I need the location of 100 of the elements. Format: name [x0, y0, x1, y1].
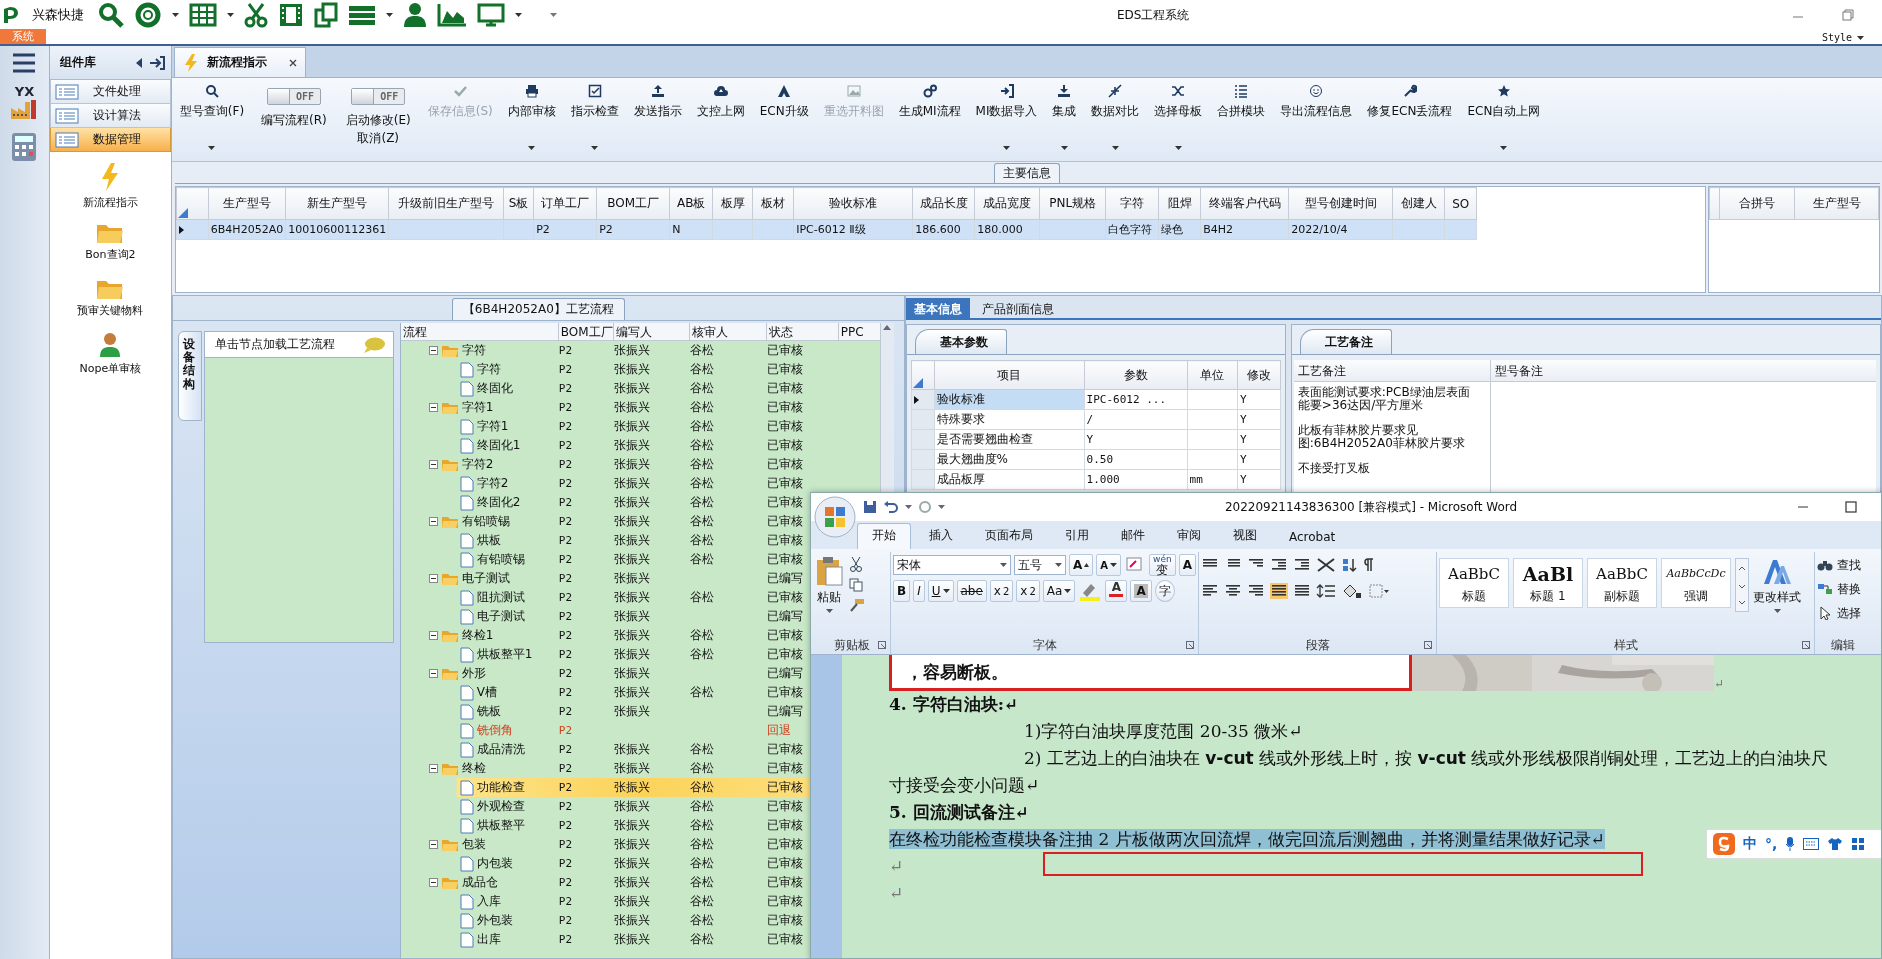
monitor-icon[interactable] [477, 3, 505, 27]
column-header[interactable]: 型号备注 [1490, 360, 1876, 382]
ribbon-button[interactable]: 选择母板 [1152, 84, 1205, 156]
font-color-button[interactable]: A [1105, 580, 1128, 602]
shrink-font-button[interactable]: A [1096, 554, 1122, 576]
ribbon-button[interactable]: 修复ECN丢流程 [1365, 84, 1455, 156]
ribbon-button[interactable]: 合拼模块 [1215, 84, 1268, 156]
underline-button[interactable]: U [927, 580, 954, 602]
column-header[interactable]: BOM工厂 [596, 187, 670, 220]
ribbon-button[interactable]: 导出流程信息 [1278, 84, 1355, 156]
ribbon-button[interactable]: ECN自动上网 [1465, 84, 1543, 156]
column-header[interactable]: 项目 [934, 360, 1085, 390]
align-left-icon[interactable] [1201, 583, 1219, 599]
font-size-field[interactable]: 五号 [1013, 555, 1067, 575]
format-painter-icon[interactable] [849, 598, 865, 612]
decrease-indent-icon[interactable] [1270, 557, 1288, 573]
column-header[interactable]: 单位 [1187, 360, 1238, 390]
highlighter-icon[interactable] [1078, 581, 1103, 601]
column-header[interactable]: 板材 [752, 187, 794, 220]
gallery-scroll-icon[interactable] [1735, 558, 1749, 612]
ribbon-button[interactable]: 内部审核 [505, 84, 558, 156]
panel-tab[interactable]: 基本参数 [914, 329, 1007, 354]
component-item[interactable]: Bon查询2 [85, 214, 136, 270]
column-header[interactable]: 生产型号 [1794, 187, 1879, 220]
lifebuoy-icon[interactable] [134, 2, 162, 28]
dock-icon[interactable] [148, 55, 165, 70]
column-header[interactable]: 修改 [1237, 360, 1281, 390]
tree-row[interactable]: 包装 P2 张振兴 谷松 已审核 [400, 835, 879, 854]
dialog-launcher-icon[interactable] [1424, 641, 1432, 649]
ribbon-tab[interactable]: 开始 [857, 523, 911, 549]
caret-icon[interactable] [208, 146, 216, 150]
toggle-switch[interactable]: OFF [351, 88, 406, 105]
tree-row[interactable]: 字符1 P2 张振兴 谷松 已审核 [400, 398, 879, 417]
bold-button[interactable]: B [893, 580, 911, 602]
ribbon-button[interactable]: 型号查询(F) [177, 84, 247, 156]
maximize-icon[interactable] [1845, 501, 1857, 513]
column-header[interactable]: SO [1444, 187, 1477, 220]
tree-row[interactable]: 出库 P2 张振兴 谷松 已审核 [400, 930, 879, 949]
tree-row[interactable]: 内包装 P2 张振兴 谷松 已审核 [400, 854, 879, 873]
caret-icon[interactable] [227, 13, 234, 17]
tree-row[interactable]: 外包装 P2 张振兴 谷松 已审核 [400, 911, 879, 930]
toggle-switch[interactable]: OFF [266, 88, 321, 105]
tree-row[interactable]: 外形 P2 张振兴 已编写 [400, 664, 879, 683]
column-header[interactable]: 创建人 [1392, 187, 1445, 220]
collapse-icon[interactable] [428, 840, 438, 849]
column-header[interactable]: 参数 [1084, 360, 1188, 390]
caret-icon[interactable] [1175, 146, 1182, 150]
caret-icon[interactable] [1055, 563, 1063, 567]
collapse-left-icon[interactable] [134, 57, 143, 68]
phonetic-guide-button[interactable]: wén 变 [1149, 554, 1176, 576]
tree-row[interactable]: 烘板整平 P2 张振兴 谷松 已审核 [400, 816, 879, 835]
caret-icon[interactable] [942, 589, 950, 593]
ribbon-tab[interactable]: 引用 [1051, 524, 1103, 549]
ribbon-tab[interactable]: 邮件 [1107, 524, 1159, 549]
tree-row[interactable]: 成品清洗 P2 张振兴 谷松 已审核 [400, 740, 879, 759]
enclose-characters-button[interactable]: 字 [1154, 580, 1175, 602]
column-header[interactable]: AB板 [669, 187, 713, 220]
caret-icon[interactable] [172, 13, 179, 17]
search-icon[interactable] [98, 2, 124, 28]
column-header[interactable]: PNL规格 [1039, 187, 1106, 220]
save-icon[interactable] [863, 500, 877, 514]
table-row[interactable]: 6B4H2052A0 10010600112361 P2 P2 N IPC-6012 Ⅱ级 186.600 180.000 白色字符 绿色 B4H2 2022/10/4 [176, 219, 1477, 240]
borders-icon[interactable] [1368, 583, 1390, 599]
column-header[interactable]: 生产型号 [208, 187, 286, 220]
change-case-button[interactable]: Aa [1042, 580, 1076, 602]
close-icon[interactable] [288, 58, 297, 67]
column-header[interactable]: 订单工厂 [533, 187, 597, 220]
tree-row[interactable]: 外观检查 P2 张振兴 谷松 已审核 [400, 797, 879, 816]
panel-tab[interactable]: 工艺备注 [1299, 329, 1392, 354]
caret-icon[interactable] [938, 505, 945, 509]
tree-row[interactable]: 字符 P2 张振兴 谷松 已审核 [400, 341, 879, 360]
ribbon-button[interactable]: 指示检查 [568, 84, 621, 156]
copy-icon[interactable] [849, 578, 863, 592]
column-header[interactable]: 验收标准 [793, 187, 913, 220]
document-tab[interactable]: 新流程指示 [173, 47, 306, 77]
column-header[interactable]: 核审人 [689, 323, 767, 340]
menu-icon[interactable] [12, 52, 37, 74]
ribbon-button[interactable]: 生成MI流程 [896, 84, 963, 156]
caret-icon[interactable] [528, 146, 536, 150]
column-header[interactable]: 工艺备注 [1293, 360, 1490, 382]
caret-icon[interactable] [386, 13, 393, 17]
category-item[interactable]: 设计算法 [49, 104, 171, 128]
tree-row[interactable]: 成品仓 P2 张振兴 谷松 已审核 [400, 873, 879, 892]
undo-icon[interactable] [883, 500, 899, 514]
shading-icon[interactable] [1341, 583, 1363, 599]
distribute-icon[interactable] [1293, 583, 1311, 599]
tree-row[interactable]: 字符2 P2 张振兴 谷松 已审核 [400, 455, 879, 474]
category-item[interactable]: 文件处理 [49, 80, 171, 104]
scroll-up-icon[interactable] [880, 323, 893, 331]
tree-row[interactable]: 终固化2 P2 张振兴 谷松 已审核 [400, 493, 879, 512]
change-styles-button[interactable]: 更改样式 [1753, 558, 1801, 613]
ribbon-button[interactable]: 发送指示 [631, 84, 684, 156]
show-marks-icon[interactable] [1362, 557, 1376, 573]
style-tile[interactable]: AaBl 标题 1 [1513, 558, 1583, 608]
collapse-icon[interactable] [428, 460, 438, 469]
area-chart-icon[interactable] [437, 3, 467, 27]
table-row[interactable]: 最大翘曲度% 0.50 Y [911, 449, 1281, 470]
tree-row[interactable]: 铣板 P2 张振兴 已编写 [400, 702, 879, 721]
category-item[interactable]: 数据管理 [49, 128, 171, 152]
table-row[interactable]: 特殊要求 / Y [911, 409, 1281, 430]
